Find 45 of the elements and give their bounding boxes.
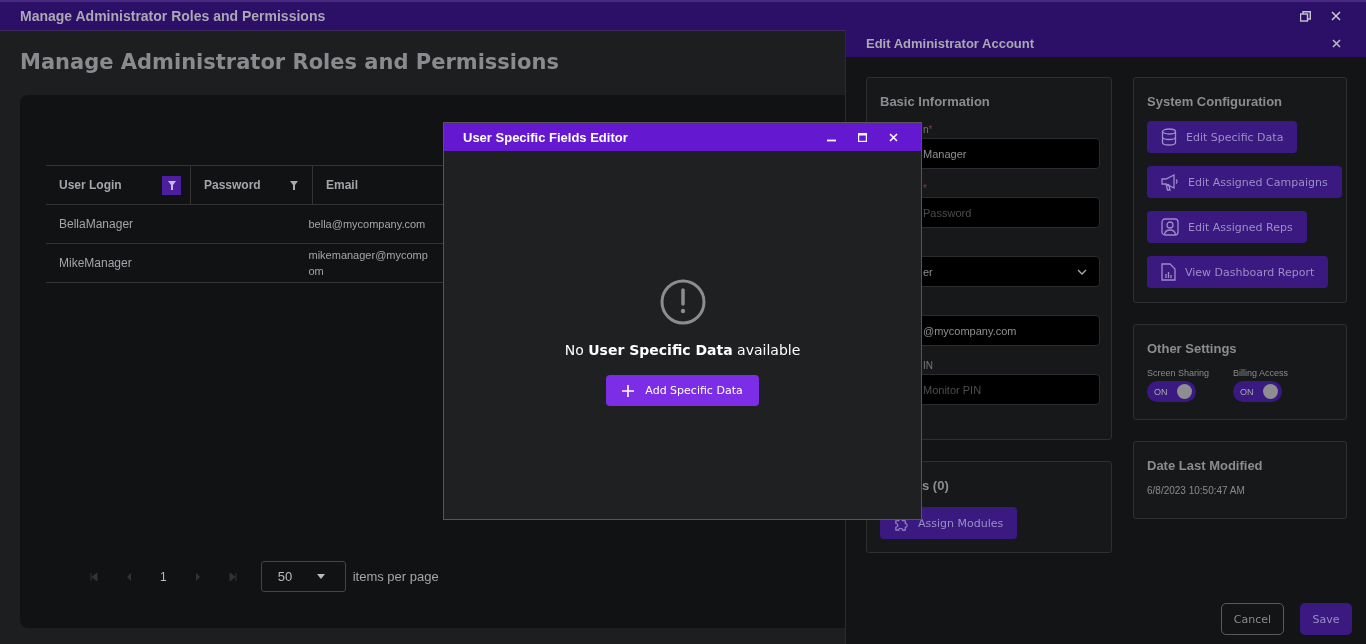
section-title: Date Last Modified bbox=[1147, 458, 1264, 473]
plus-icon bbox=[622, 384, 635, 397]
megaphone-icon bbox=[1161, 173, 1179, 191]
toggle-label: Billing Access bbox=[1233, 368, 1290, 378]
add-specific-data-button[interactable]: Add Specific Data bbox=[606, 375, 759, 406]
action-button[interactable]: View Dashboard Report bbox=[1147, 256, 1329, 288]
action-button[interactable]: Edit Specific Data bbox=[1147, 121, 1298, 153]
column-header[interactable]: User Login bbox=[46, 165, 191, 205]
dialog-title: User Specific Fields Editor bbox=[463, 129, 628, 145]
filter-icon[interactable] bbox=[162, 175, 181, 195]
exclamation-circle-icon bbox=[659, 279, 706, 325]
close-icon[interactable] bbox=[1331, 11, 1341, 21]
section-title: s (0) bbox=[921, 478, 950, 493]
panel-title: Edit Administrator Account bbox=[866, 36, 1035, 51]
field-label: IN bbox=[923, 359, 933, 373]
section-title: Basic Information bbox=[880, 94, 991, 109]
action-button[interactable]: Edit Assigned Campaigns bbox=[1147, 166, 1342, 198]
save-button[interactable]: Save bbox=[1300, 603, 1352, 635]
empty-message: No User Specific Data available bbox=[564, 342, 801, 358]
restore-icon[interactable] bbox=[1300, 10, 1311, 22]
table-cell: MikeManager bbox=[46, 243, 191, 283]
section-title: Other Settings bbox=[1147, 341, 1238, 356]
toggle-switch[interactable]: ON bbox=[1147, 381, 1196, 402]
chevron-icon bbox=[1077, 268, 1087, 275]
field-label: * bbox=[923, 182, 927, 196]
maximize-icon[interactable] bbox=[858, 132, 867, 142]
table-cell: BellaManager bbox=[46, 204, 191, 244]
page-size-label: items per page bbox=[352, 569, 439, 584]
page-size-dropdown[interactable]: 50 bbox=[260, 561, 346, 592]
caret-icon bbox=[316, 574, 325, 579]
section-title: System Configuration bbox=[1147, 94, 1284, 109]
close-icon[interactable] bbox=[1332, 39, 1341, 48]
date-value: 6/8/2023 10:50:47 AM bbox=[1147, 485, 1246, 496]
toggle-label: Screen Sharing bbox=[1147, 368, 1211, 378]
cancel-button[interactable]: Cancel bbox=[1221, 603, 1284, 635]
page-title: Manage Administrator Roles and Permissions bbox=[20, 49, 559, 76]
chart-file-icon bbox=[1161, 263, 1176, 281]
column-header[interactable]: Password bbox=[190, 165, 313, 205]
window-title: Manage Administrator Roles and Permissions bbox=[20, 8, 326, 24]
person-icon bbox=[1161, 218, 1179, 236]
toggle-switch[interactable]: ON bbox=[1233, 381, 1282, 402]
field-label: n* bbox=[923, 123, 933, 137]
page-number[interactable]: 1 bbox=[160, 569, 167, 584]
action-button[interactable]: Edit Assigned Reps bbox=[1147, 211, 1307, 243]
database-icon bbox=[1161, 128, 1177, 146]
